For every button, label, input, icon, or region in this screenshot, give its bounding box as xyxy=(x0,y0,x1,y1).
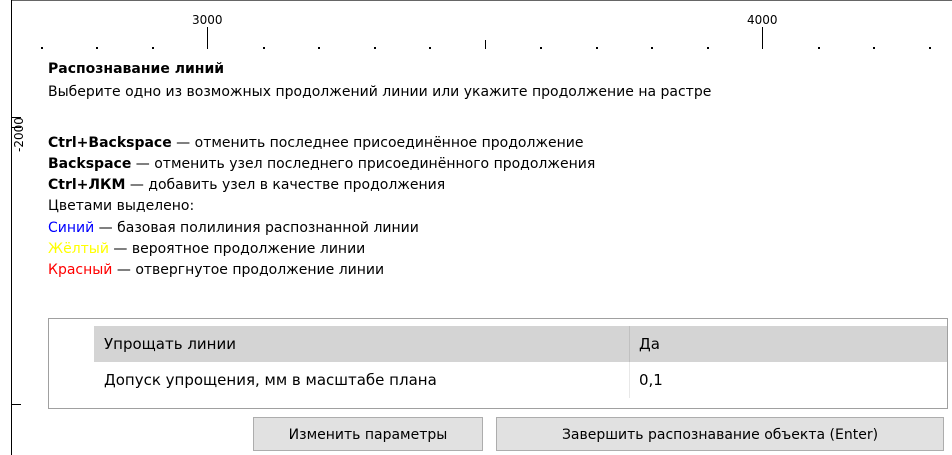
ruler-minor-tick xyxy=(152,47,154,49)
prompt-title: Распознавание линий xyxy=(48,61,225,77)
shortcut-key: Ctrl+Backspace xyxy=(48,135,172,151)
legend-item-yellow: Жёлтый — вероятное продолжение линии xyxy=(48,240,365,258)
legend-color-name: Жёлтый xyxy=(48,241,109,257)
canvas-top-border xyxy=(11,0,952,1)
ruler-minor-tick xyxy=(596,47,598,49)
column-divider xyxy=(629,362,630,398)
parameters-rows: Упрощать линии Да Допуск упрощения, мм в… xyxy=(94,326,947,398)
shortcut-item: Backspace — отменить узел последнего при… xyxy=(48,155,595,173)
ruler-label-minus-2000: -2000 xyxy=(12,117,26,152)
legend-color-name: Синий xyxy=(48,220,95,236)
legend-desc: — базовая полилиния распознанной линии xyxy=(94,220,419,236)
legend-title: Цветами выделено: xyxy=(48,198,195,214)
ruler-minor-tick xyxy=(429,47,431,49)
param-name: Упрощать линии xyxy=(104,335,236,353)
ruler-minor-tick xyxy=(374,47,376,49)
ruler-minor-tick xyxy=(41,47,43,49)
param-value[interactable]: 0,1 xyxy=(639,371,663,389)
ruler-minor-tick xyxy=(929,47,931,49)
shortcut-desc: — отменить последнее присоединённое прод… xyxy=(171,135,584,151)
ruler-mid-tick xyxy=(485,40,486,49)
legend-desc: — вероятное продолжение линии xyxy=(108,241,366,257)
ruler-minor-tick xyxy=(540,47,542,49)
legend-item-red: Красный — отвергнутое продолжение линии xyxy=(48,261,384,279)
column-divider xyxy=(629,326,630,362)
ruler-label-4000: 4000 xyxy=(747,13,778,27)
param-value[interactable]: Да xyxy=(639,335,660,353)
ruler-minor-tick xyxy=(263,47,265,49)
ruler-vertical-tick xyxy=(12,404,21,405)
legend-color-name: Красный xyxy=(48,262,113,278)
param-name: Допуск упрощения, мм в масштабе плана xyxy=(104,371,437,389)
ruler-minor-tick xyxy=(96,47,98,49)
shortcut-item: Ctrl+ЛКМ — добавить узел в качестве прод… xyxy=(48,176,445,194)
prompt-instruction: Выберите одно из возможных продолжений л… xyxy=(48,84,712,100)
ruler-minor-tick xyxy=(818,47,820,49)
ruler-minor-tick xyxy=(318,47,320,49)
ruler-major-tick xyxy=(207,27,208,49)
ruler-major-tick xyxy=(762,27,763,49)
legend-desc: — отвергнутое продолжение линии xyxy=(112,262,385,278)
ruler-minor-tick xyxy=(707,47,709,49)
param-row-simplify-tolerance[interactable]: Допуск упрощения, мм в масштабе плана 0,… xyxy=(94,362,947,398)
ruler-vertical-tick xyxy=(12,127,21,128)
shortcut-desc: — добавить узел в качестве продолжения xyxy=(125,177,446,193)
ruler-vertical-tick xyxy=(12,117,21,118)
legend-item-blue: Синий — базовая полилиния распознанной л… xyxy=(48,219,419,237)
ruler-minor-tick xyxy=(651,47,653,49)
ruler-label-3000: 3000 xyxy=(192,13,223,27)
vertical-ruler-line xyxy=(11,0,12,455)
parameters-grid: Упрощать линии Да Допуск упрощения, мм в… xyxy=(48,318,948,409)
ruler-minor-tick xyxy=(873,47,875,49)
finish-recognition-button[interactable]: Завершить распознавание объекта (Enter) xyxy=(496,417,944,451)
param-row-simplify-lines[interactable]: Упрощать линии Да xyxy=(94,326,947,362)
shortcut-desc: — отменить узел последнего присоединённо… xyxy=(131,156,596,172)
shortcut-item: Ctrl+Backspace — отменить последнее прис… xyxy=(48,134,584,152)
shortcut-key: Backspace xyxy=(48,156,132,172)
shortcut-key: Ctrl+ЛКМ xyxy=(48,177,126,193)
change-parameters-button[interactable]: Изменить параметры xyxy=(253,417,483,451)
